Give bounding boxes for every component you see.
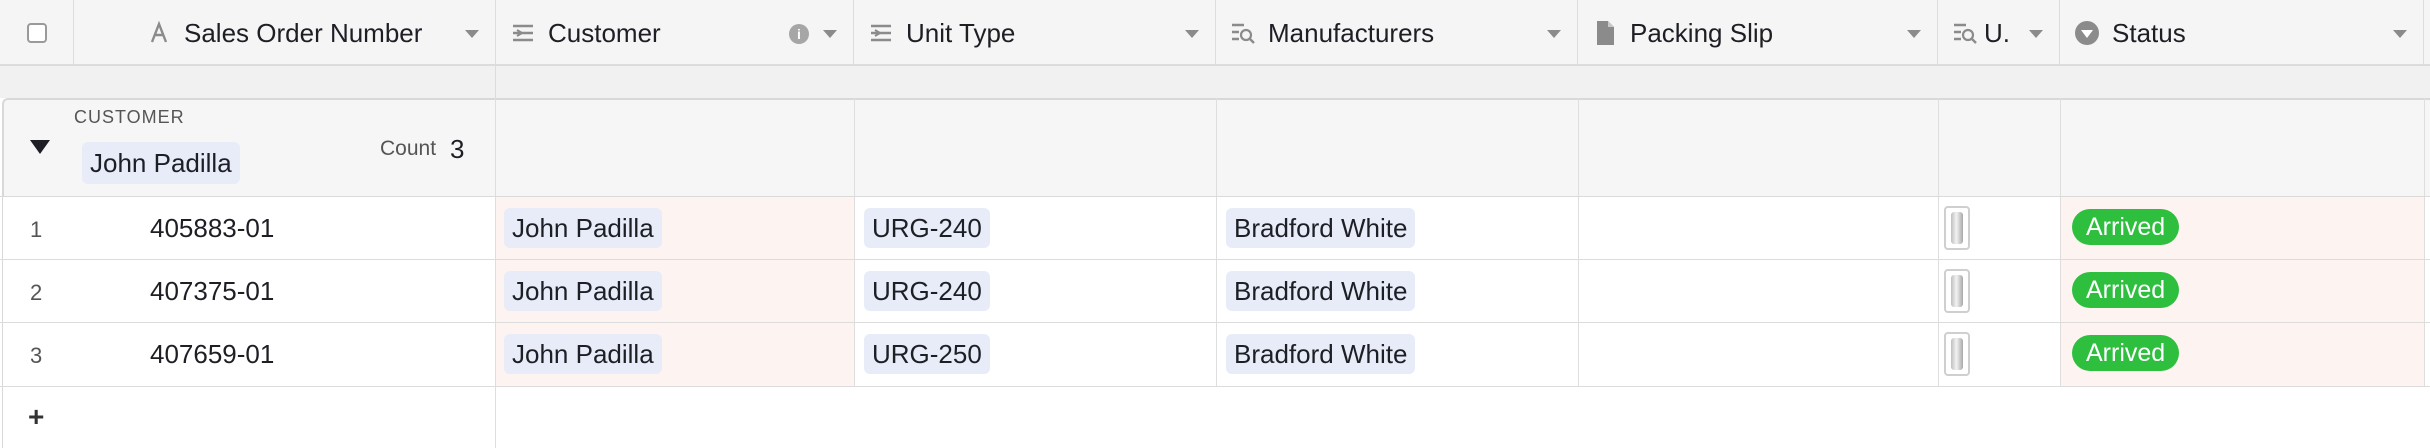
column-header-u[interactable]: U. xyxy=(1938,0,2060,66)
chevron-down-icon[interactable] xyxy=(1547,30,1561,38)
column-divider xyxy=(1578,98,1579,196)
unit-type-pill[interactable]: URG-240 xyxy=(864,271,990,311)
column-label: U. xyxy=(1984,17,2010,48)
select-all-checkbox[interactable] xyxy=(26,23,47,43)
chevron-down-icon[interactable] xyxy=(2393,30,2407,38)
row-number: 1 xyxy=(30,217,43,242)
column-divider xyxy=(854,98,855,196)
header-spacer xyxy=(0,66,2430,98)
add-row-button[interactable]: + xyxy=(0,387,495,448)
status-badge[interactable]: Arrived xyxy=(2072,272,2180,308)
chevron-down-icon[interactable] xyxy=(1907,30,1921,38)
table-row[interactable]: 3 407659-01 John Padilla URG-250 Bradfor… xyxy=(0,323,2430,385)
column-header-sales-order-number[interactable]: Sales Order Number xyxy=(74,0,496,66)
water-heater-thumbnail[interactable] xyxy=(1944,269,1970,313)
attachment-field-icon xyxy=(1592,20,1618,46)
row-number: 2 xyxy=(30,280,43,305)
sales-order-number[interactable]: 405883-01 xyxy=(150,213,274,244)
column-label: Status xyxy=(2112,17,2186,48)
column-label: Packing Slip xyxy=(1630,17,1774,48)
status-badge[interactable]: Arrived xyxy=(2072,335,2180,371)
collapse-group-icon[interactable] xyxy=(30,140,50,154)
chevron-down-icon[interactable] xyxy=(2029,30,2043,38)
group-field-label: CUSTOMER xyxy=(74,107,185,127)
group-value: John Padilla xyxy=(82,142,240,184)
link-field-icon xyxy=(868,20,894,46)
column-divider xyxy=(2060,98,2061,196)
water-heater-thumbnail[interactable] xyxy=(1944,332,1970,376)
info-icon[interactable]: i xyxy=(789,24,809,44)
column-label: Sales Order Number xyxy=(184,17,423,48)
chevron-down-icon[interactable] xyxy=(465,30,479,38)
customer-pill[interactable]: John Padilla xyxy=(504,271,662,311)
row-number: 3 xyxy=(30,343,43,368)
manufacturer-pill[interactable]: Bradford White xyxy=(1226,208,1416,248)
add-icon: + xyxy=(28,401,45,432)
column-divider xyxy=(1216,98,1217,196)
water-heater-thumbnail[interactable] xyxy=(1944,206,1970,250)
column-label: Unit Type xyxy=(906,17,1016,48)
sales-order-number[interactable]: 407659-01 xyxy=(150,339,274,370)
column-divider xyxy=(2424,98,2425,196)
manufacturer-pill[interactable]: Bradford White xyxy=(1226,334,1416,374)
column-header-unit-type[interactable]: Unit Type xyxy=(854,0,1216,66)
text-field-icon xyxy=(146,20,172,46)
column-divider xyxy=(495,98,496,196)
table-row[interactable]: 2 407375-01 John Padilla URG-240 Bradfor… xyxy=(0,260,2430,322)
column-label: Customer xyxy=(548,17,661,48)
link-field-icon xyxy=(510,20,536,46)
lookup-field-icon xyxy=(1952,20,1978,46)
lookup-field-icon xyxy=(1230,20,1256,46)
customer-pill[interactable]: John Padilla xyxy=(504,334,662,374)
sales-order-number[interactable]: 407375-01 xyxy=(150,276,274,307)
column-header-packing-slip[interactable]: Packing Slip xyxy=(1578,0,1938,66)
unit-type-pill[interactable]: URG-240 xyxy=(864,208,990,248)
column-label: Manufacturers xyxy=(1268,17,1435,48)
unit-type-pill[interactable]: URG-250 xyxy=(864,334,990,374)
column-header-manufacturers[interactable]: Manufacturers xyxy=(1216,0,1578,66)
column-header-status[interactable]: Status xyxy=(2060,0,2424,66)
status-badge[interactable]: Arrived xyxy=(2072,209,2180,245)
manufacturer-pill[interactable]: Bradford White xyxy=(1226,271,1416,311)
select-all-cell xyxy=(0,0,74,66)
single-select-field-icon xyxy=(2074,20,2100,46)
table-row[interactable]: 1 405883-01 John Padilla URG-240 Bradfor… xyxy=(0,197,2430,259)
group-count-value: 3 xyxy=(450,134,465,164)
column-divider xyxy=(495,66,496,98)
column-header-customer[interactable]: Customer i xyxy=(496,0,854,66)
chevron-down-icon[interactable] xyxy=(823,30,837,38)
chevron-down-icon[interactable] xyxy=(1185,30,1199,38)
customer-pill[interactable]: John Padilla xyxy=(504,208,662,248)
column-divider xyxy=(1938,98,1939,196)
group-count-label: Count xyxy=(380,137,437,160)
